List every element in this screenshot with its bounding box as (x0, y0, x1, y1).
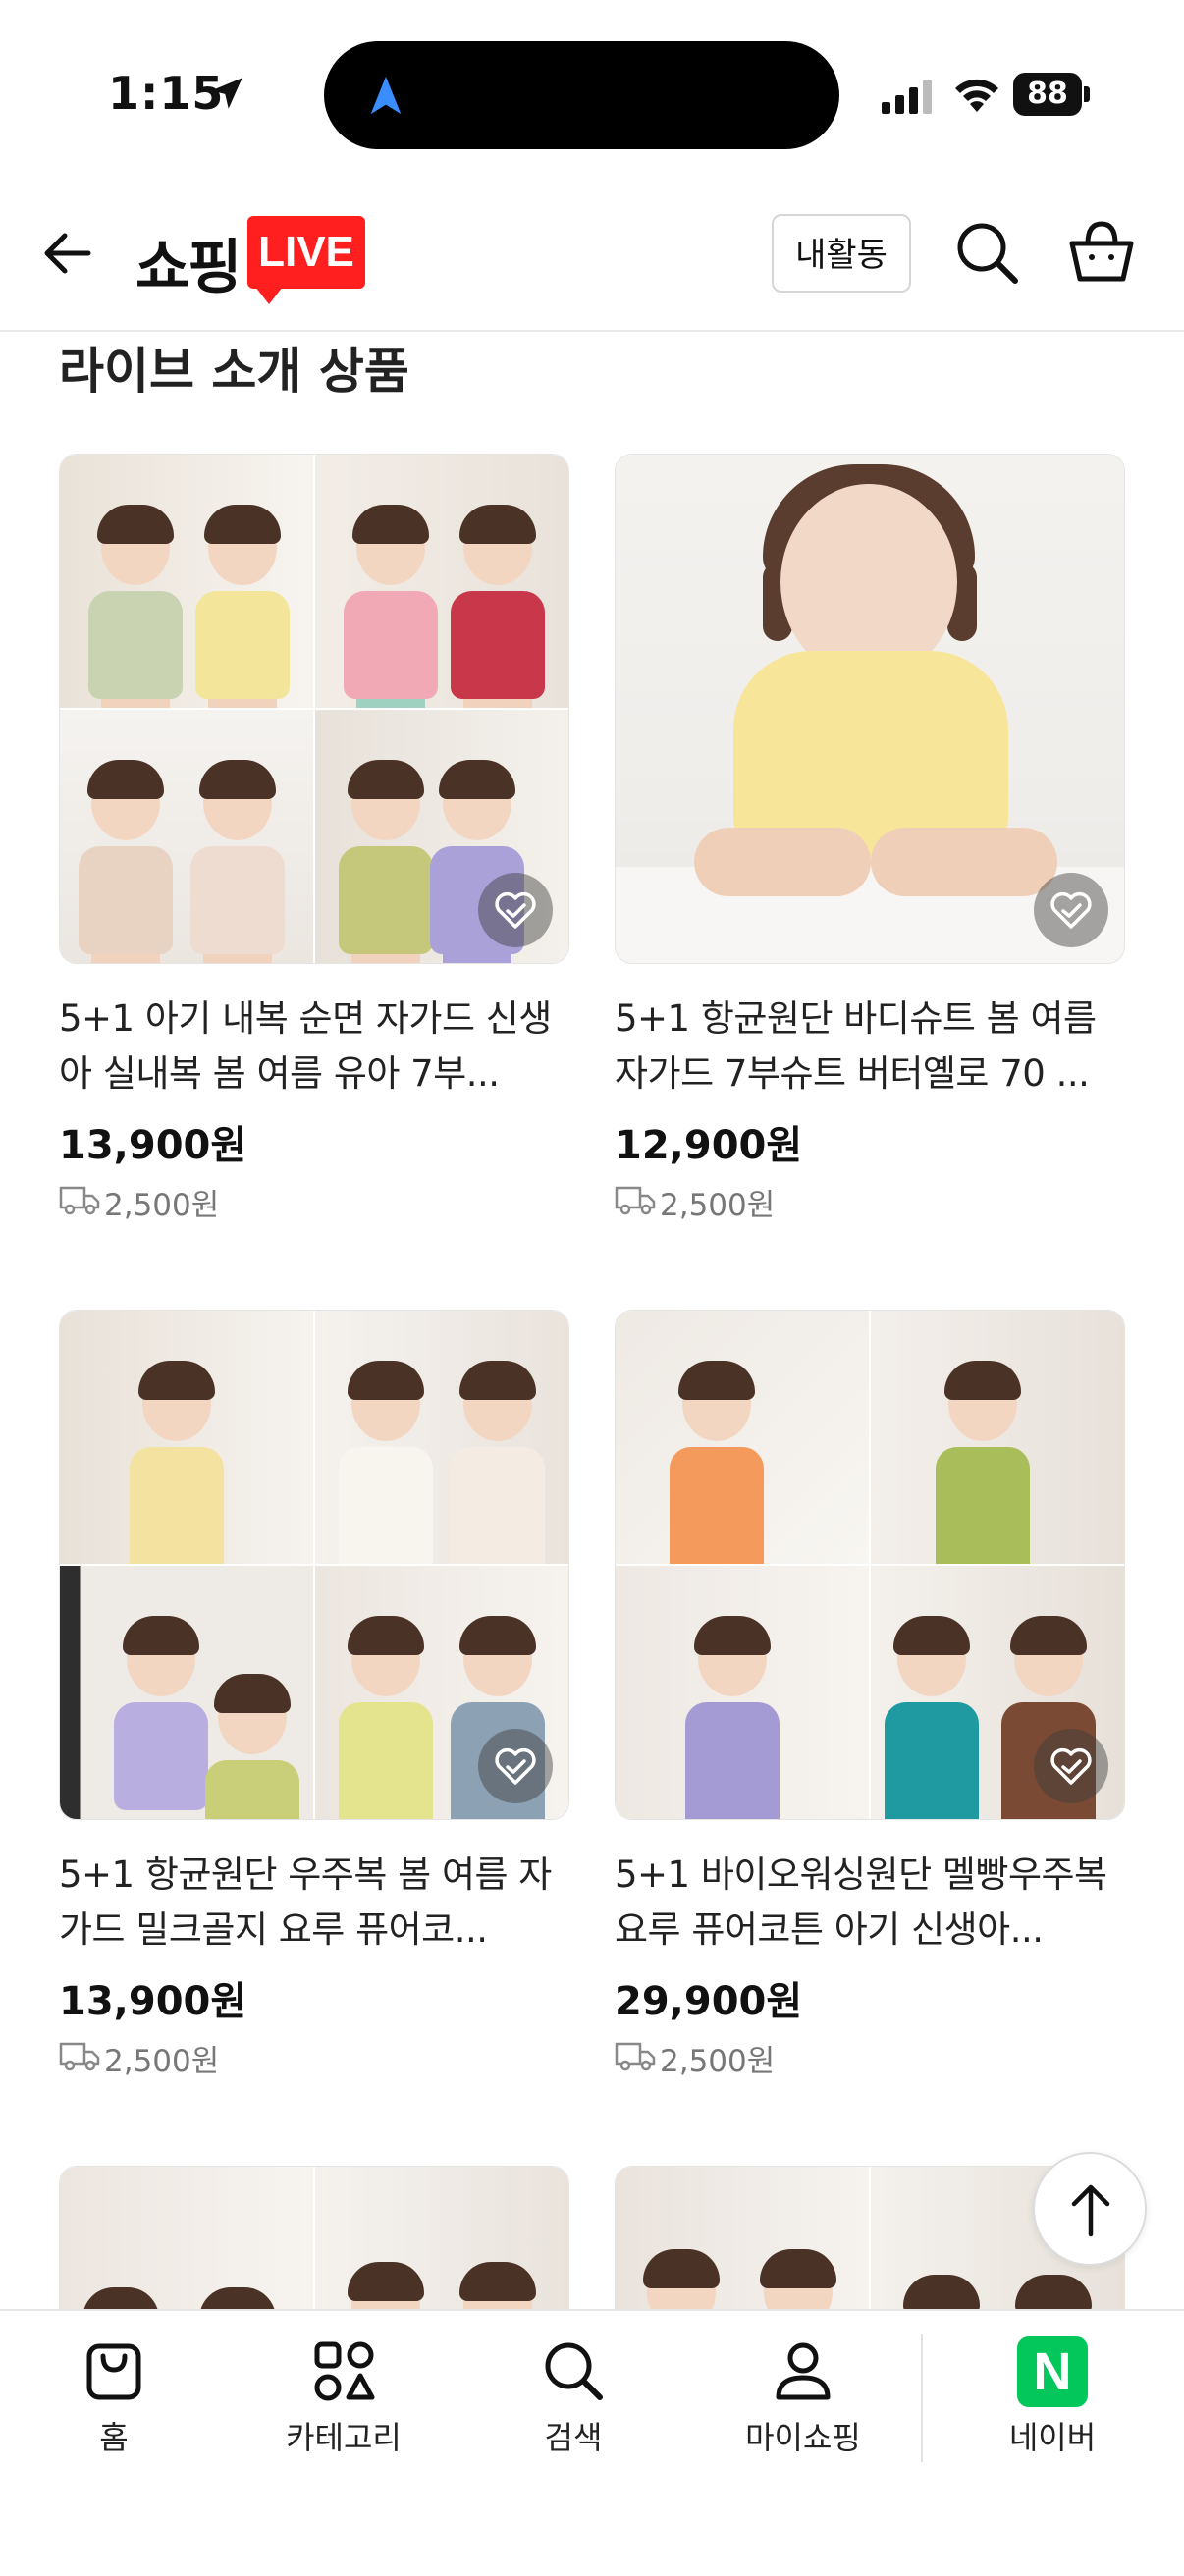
tab-search[interactable]: 검색 (485, 2311, 662, 2488)
location-arrow-icon (211, 78, 242, 109)
tab-my-shopping-label: 마이쇼핑 (745, 2419, 861, 2456)
truck-icon (615, 2042, 656, 2071)
heart-check-icon (495, 891, 536, 929)
section-title: 라이브 소개 상품 (59, 343, 409, 400)
home-bag-icon (86, 2343, 141, 2400)
product-title[interactable]: 5+1 바이오워싱원단 멜빵우주복 요루 퓨어코튼 아기 신생아... (615, 1848, 1125, 1958)
tab-home-label: 홈 (99, 2419, 129, 2456)
product-card[interactable]: 5+1 항균원단 우주복 봄 여름 자가드 밀크골지 요루 퓨어코... 13,… (59, 1310, 569, 2079)
cellular-signal-icon (882, 80, 932, 114)
heart-check-icon (1050, 1747, 1092, 1785)
tab-naver[interactable]: N 네이버 (964, 2311, 1141, 2488)
product-image[interactable] (615, 1310, 1125, 1820)
product-price: 12,900원 (615, 1123, 803, 1168)
truck-icon (59, 2042, 100, 2071)
my-activity-button[interactable]: 내활동 (772, 214, 911, 293)
wifi-icon (955, 79, 998, 112)
wishlist-button[interactable] (1034, 873, 1108, 947)
status-bar: 1:15 88 (0, 0, 1184, 187)
product-card[interactable]: 5+1 바이오워싱원단 멜빵우주복 요루 퓨어코튼 아기 신생아... 29,9… (615, 1310, 1125, 2079)
product-image[interactable] (59, 1310, 569, 1820)
tab-divider (921, 2334, 923, 2462)
app-header: 쇼핑 LIVE 내활동 (0, 187, 1184, 332)
product-card[interactable]: 5+1 아기 내복 순면 자가드 신생아 실내복 봄 여름 유아 7부... 1… (59, 454, 569, 1223)
shipping-fee-value: 2,500원 (660, 2044, 776, 2079)
heart-check-icon (1050, 891, 1092, 929)
tab-home[interactable]: 홈 (26, 2311, 202, 2488)
tab-naver-label: 네이버 (1008, 2419, 1097, 2456)
arrow-up-icon (1071, 2184, 1110, 2237)
battery-level: 88 (1013, 73, 1082, 116)
tab-my-shopping[interactable]: 마이쇼핑 (715, 2311, 891, 2488)
product-title[interactable]: 5+1 아기 내복 순면 자가드 신생아 실내복 봄 여름 유아 7부... (59, 992, 569, 1101)
shipping-fee-value: 2,500원 (104, 1188, 220, 1223)
bottom-tab-bar: 홈 카테고리 검색 마이쇼핑 N 네이버 (0, 2309, 1184, 2576)
product-price: 13,900원 (59, 1979, 247, 2024)
wishlist-button[interactable] (1034, 1729, 1108, 1803)
truck-icon (615, 1186, 656, 1215)
live-badge: LIVE (247, 216, 365, 304)
product-price: 29,900원 (615, 1979, 803, 2024)
dynamic-island (324, 41, 839, 149)
product-price: 13,900원 (59, 1123, 247, 1168)
product-image[interactable] (59, 2166, 569, 2309)
wishlist-button[interactable] (478, 873, 553, 947)
cart-icon[interactable] (1066, 216, 1137, 287)
product-image[interactable] (59, 454, 569, 964)
navigation-icon (370, 76, 402, 115)
truck-icon (59, 1186, 100, 1215)
heart-check-icon (495, 1747, 536, 1785)
wishlist-button[interactable] (478, 1729, 553, 1803)
shipping-fee-value: 2,500원 (660, 1188, 776, 1223)
category-icon (314, 2341, 375, 2401)
product-card[interactable]: 5+1 항균원단 바디슈트 봄 여름 자가드 7부슈트 버터옐로 70 ... … (615, 454, 1125, 1223)
product-title[interactable]: 5+1 항균원단 바디슈트 봄 여름 자가드 7부슈트 버터옐로 70 ... (615, 992, 1125, 1101)
product-image[interactable] (615, 454, 1125, 964)
logo-text: 쇼핑 (135, 234, 242, 302)
product-title[interactable]: 5+1 항균원단 우주복 봄 여름 자가드 밀크골지 요루 퓨어코... (59, 1848, 569, 1958)
tab-search-label: 검색 (544, 2419, 603, 2456)
naver-logo-icon: N (1017, 2336, 1088, 2407)
battery-indicator: 88 (1013, 73, 1092, 116)
person-icon (776, 2342, 831, 2400)
search-icon (545, 2342, 603, 2400)
scroll-to-top-button[interactable] (1033, 2152, 1147, 2266)
shipping-fee-value: 2,500원 (104, 2044, 220, 2079)
tab-category[interactable]: 카테고리 (255, 2311, 432, 2488)
tab-category-label: 카테고리 (286, 2419, 402, 2456)
product-card-partial[interactable] (59, 2166, 569, 2309)
search-icon[interactable] (952, 218, 1021, 287)
back-arrow-icon[interactable] (39, 224, 98, 283)
